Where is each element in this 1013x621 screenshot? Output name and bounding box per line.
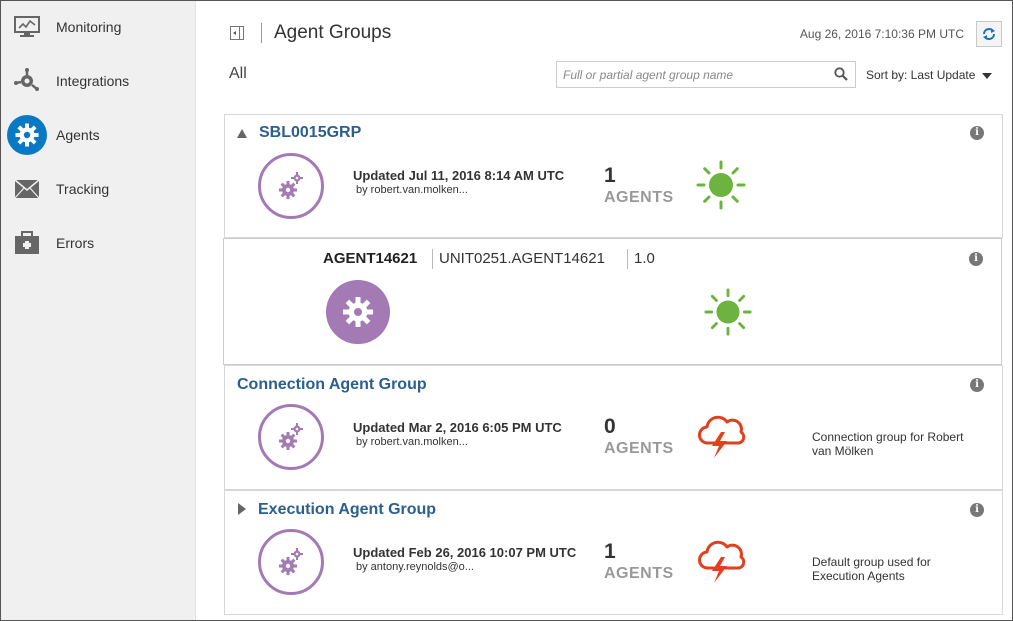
agent-row[interactable]: AGENT14621 UNIT0251.AGENT14621 1.0 i [223,238,1002,365]
agent-count: 0 [604,415,616,438]
group-updated-by: by robert.van.molken... [356,436,468,448]
last-refresh-timestamp: Aug 26, 2016 7:10:36 PM UTC [799,27,964,41]
search-box [556,61,856,88]
agent-group-gears-icon [258,529,324,595]
info-icon[interactable]: i [970,378,984,392]
info-icon[interactable]: i [970,126,984,140]
page-title: Agent Groups [274,22,392,43]
app-frame: Monitoring Integrations Agents Tracking … [0,0,1013,621]
group-updated-text: Updated Jul 11, 2016 8:14 AM UTC [353,168,565,183]
envelope-icon [7,169,47,209]
info-icon[interactable]: i [970,503,984,517]
header-divider [261,23,262,43]
sidebar-item-monitoring[interactable]: Monitoring [1,2,196,52]
agents-label: AGENTS [604,189,674,206]
refresh-icon [983,28,995,40]
sidebar-item-label: Integrations [56,73,130,89]
monitor-icon [7,7,47,47]
group-description: Default group used for Execution Agents [812,555,931,583]
divider [627,249,628,269]
group-name-link[interactable]: Execution Agent Group [258,501,436,519]
chevron-down-icon [982,72,993,79]
group-updated-by: by robert.van.molken... [356,184,468,196]
agent-name: AGENT14621 [323,250,418,267]
group-name-link[interactable]: SBL0015GRP [259,124,361,142]
group-updated-by: by antony.reynolds@o... [356,561,474,573]
agent-gear-icon [326,280,390,344]
search-input[interactable] [557,62,819,87]
search-icon[interactable] [834,67,848,86]
sort-label: Sort by: Last Update [866,68,976,82]
agent-count: 1 [604,540,616,563]
agent-id: UNIT0251.AGENT14621 [439,250,605,267]
sidebar-item-integrations[interactable]: Integrations [1,56,196,106]
sort-dropdown[interactable]: Sort by: Last Update [866,68,993,82]
agents-label: AGENTS [604,565,674,582]
sidebar: Monitoring Integrations Agents Tracking … [1,1,196,620]
group-name-link[interactable]: Connection Agent Group [237,376,427,394]
agent-group-gears-icon [258,404,324,470]
divider [432,249,433,269]
storm-cloud-icon [695,535,747,590]
main-panel: Agent Groups Aug 26, 2016 7:10:36 PM UTC… [197,1,1012,620]
collapse-triangle-icon[interactable] [237,129,247,138]
filter-all-label[interactable]: All [229,65,247,83]
info-icon[interactable]: i [969,252,983,266]
group-updated-text: Updated Mar 2, 2016 6:05 PM UTC [353,420,562,435]
sun-icon [703,287,753,342]
agent-group-gears-icon [258,153,324,219]
agent-group-card[interactable]: Connection Agent Group i Updated Mar 2, … [224,365,1003,490]
sidebar-item-agents[interactable]: Agents [1,110,196,160]
sidebar-item-label: Tracking [56,181,110,197]
briefcase-icon [7,223,47,263]
sidebar-item-errors[interactable]: Errors [1,218,196,268]
agent-count: 1 [604,164,616,187]
gear-icon [7,115,47,155]
sidebar-item-label: Monitoring [56,19,122,35]
sun-icon [695,159,747,216]
storm-cloud-icon [695,410,747,465]
collapse-sidebar-button[interactable] [230,26,244,40]
sidebar-item-tracking[interactable]: Tracking [1,164,196,214]
sidebar-item-label: Agents [56,127,100,143]
group-description: Connection group for Robert van Mölken [812,430,964,458]
agents-label: AGENTS [604,440,674,457]
agent-group-card[interactable]: SBL0015GRP i Updated Jul 11, 2016 8:14 A… [224,114,1003,238]
group-updated-text: Updated Feb 26, 2016 10:07 PM UTC [353,545,577,560]
refresh-button[interactable] [976,21,1002,47]
integrations-icon [7,61,47,101]
agent-group-card[interactable]: Execution Agent Group i Updated Feb 26, … [224,490,1003,615]
agent-version: 1.0 [634,250,655,267]
expand-triangle-icon[interactable] [238,503,246,515]
sidebar-item-label: Errors [56,235,95,251]
